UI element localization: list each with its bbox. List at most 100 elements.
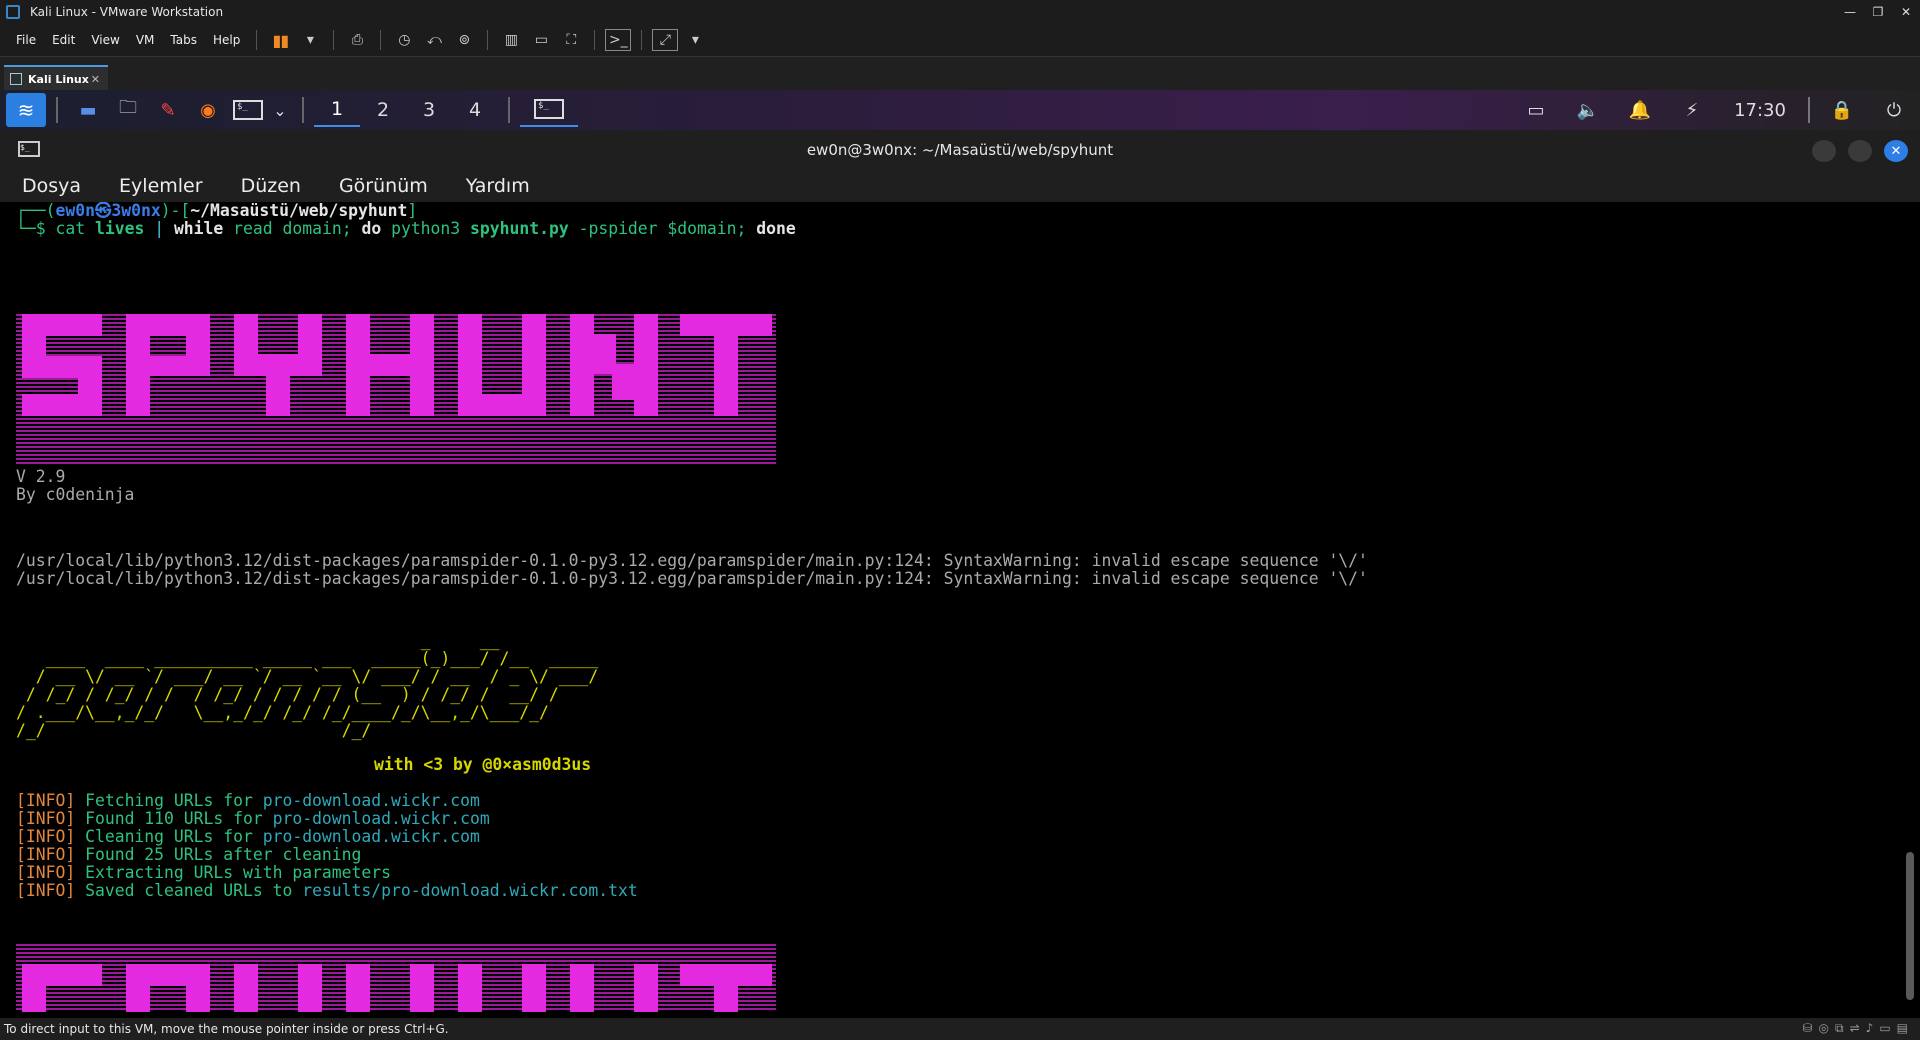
thumbnail-view-icon[interactable]: ▭ — [528, 29, 554, 51]
prompt-user: ew0n㉿3w0nx — [55, 202, 161, 220]
terminal-window-icon[interactable]: $_ — [18, 141, 40, 157]
cmd-token: while — [173, 219, 224, 238]
menu-edit[interactable]: Edit — [44, 33, 83, 47]
terminal-minimize-icon[interactable] — [1812, 140, 1836, 162]
banner-stroke — [458, 964, 482, 1012]
spyhunt-ascii-banner — [16, 294, 776, 464]
dropdown-arrow-icon[interactable]: ▾ — [297, 29, 323, 51]
vmware-menubar: File Edit View VM Tabs Help ▮▮ ▾ ⎙ ◷ ⤺ ⊚… — [0, 24, 1920, 56]
tab-close-icon[interactable]: ✕ — [91, 73, 100, 86]
terminal-window-controls: ✕ — [1812, 140, 1908, 162]
paramspider-ascii-art: /_/ /_/ — [16, 721, 372, 740]
command-line: └─$ cat lives | while read domain; do py… — [16, 219, 796, 238]
network-adapter-icon[interactable]: ⧉ — [1835, 1021, 1844, 1036]
menu-vm[interactable]: VM — [128, 33, 163, 47]
snapshot-manager-icon[interactable]: ⊚ — [451, 29, 477, 51]
stretch-guest-icon[interactable]: ⤢ — [652, 29, 679, 51]
pause-icon[interactable]: ▮▮ — [267, 29, 293, 51]
terminal-menu-gorunum[interactable]: Görünüm — [331, 175, 436, 197]
paramspider-ascii-art: ____ ____ __________ _____ ___ _____(_)_… — [16, 649, 599, 668]
logout-icon[interactable]: ⏻ — [1868, 90, 1920, 130]
text-editor-icon[interactable]: ✎ — [148, 93, 188, 127]
banner-stroke — [186, 964, 210, 1012]
menu-help[interactable]: Help — [205, 33, 248, 47]
usb-icon[interactable]: ⇌ — [1850, 1021, 1860, 1036]
snapshot-icon[interactable]: ◷ — [391, 29, 417, 51]
info-target: pro-download.wickr.com — [262, 827, 480, 846]
info-message: Found 25 URLs after cleaning — [85, 845, 362, 864]
cd-rom-icon[interactable]: ◎ — [1819, 1021, 1829, 1036]
device-status-icons: ⛁ ◎ ⧉ ⇌ ♪ ▭ ▤ — [1802, 1021, 1908, 1036]
dropdown-arrow-icon[interactable]: ▾ — [682, 29, 708, 51]
info-target: pro-download.wickr.com — [272, 809, 490, 828]
terminal-scrollbar[interactable] — [1906, 852, 1914, 1000]
minimize-icon[interactable]: — — [1836, 0, 1864, 24]
banner-stroke — [234, 964, 258, 1012]
info-line: [INFO] Fetching URLs for pro-download.wi… — [16, 791, 480, 810]
toolbar-separator — [333, 30, 335, 50]
window-controls: — ❐ ✕ — [1836, 0, 1920, 24]
info-tag: [INFO] — [16, 881, 76, 900]
banner-stroke — [22, 964, 46, 1012]
lock-icon[interactable]: 🔒 — [1816, 90, 1868, 130]
cmd-token: | — [154, 219, 165, 238]
banner-stroke — [410, 964, 434, 1012]
info-line: [INFO] Saved cleaned URLs to results/pro… — [16, 881, 638, 900]
panel-separator — [508, 97, 510, 123]
paramspider-ascii-art: / __ \/ __ `/ ___/ __ `/ __ `__ \/ ___/ … — [16, 667, 599, 686]
sound-card-icon[interactable]: ♪ — [1866, 1021, 1874, 1036]
menu-tabs[interactable]: Tabs — [162, 33, 205, 47]
panel-separator — [56, 97, 58, 123]
terminal-menu-dosya[interactable]: Dosya — [14, 175, 89, 197]
workspace-3[interactable]: 3 — [406, 93, 452, 127]
spyhunt-ascii-banner-repeat — [16, 944, 776, 1012]
panel-clock[interactable]: 17:30 — [1718, 90, 1802, 130]
notification-bell-icon[interactable]: 🔔 — [1614, 90, 1666, 130]
toolbar-separator — [641, 30, 643, 50]
send-keys-icon[interactable]: ⎙ — [344, 29, 370, 51]
console-view-icon[interactable]: >_ — [605, 29, 632, 51]
panel-separator — [1808, 97, 1810, 123]
terminal-output[interactable]: ┌──(ew0n㉿3w0nx)-[~/Masaüstü/web/spyhunt]… — [0, 202, 1920, 1012]
author-text: By c0deninja — [16, 485, 135, 504]
info-tag: [INFO] — [16, 827, 76, 846]
menu-file[interactable]: File — [8, 33, 44, 47]
volume-icon[interactable]: 🔈 — [1562, 90, 1614, 130]
workspace-1[interactable]: 1 — [314, 93, 360, 127]
credit-text: with <3 by @0×asm0d3us — [374, 755, 592, 774]
maximize-icon[interactable]: ❐ — [1864, 0, 1892, 24]
terminal-menu-eylemler[interactable]: Eylemler — [111, 175, 211, 197]
terminal-close-icon[interactable]: ✕ — [1884, 140, 1908, 162]
terminal-launcher-icon[interactable]: $_ — [228, 93, 268, 127]
cmd-token: done — [756, 219, 796, 238]
power-manager-icon[interactable]: ⚡ — [1666, 90, 1718, 130]
library-view-icon[interactable]: ▥ — [498, 29, 524, 51]
workspace-4[interactable]: 4 — [452, 93, 498, 127]
terminal-maximize-icon[interactable] — [1848, 140, 1872, 162]
message-log-icon[interactable]: ▤ — [1897, 1021, 1908, 1036]
banner-stroke — [22, 394, 102, 416]
file-manager-icon[interactable]: 🗀 — [108, 93, 148, 127]
terminal-menu-duzen[interactable]: Düzen — [233, 175, 309, 197]
display-device-icon[interactable]: ▭ — [1879, 1021, 1890, 1036]
show-desktop-icon[interactable]: ▬ — [68, 93, 108, 127]
launcher-dropdown-icon[interactable]: ⌄ — [268, 93, 292, 127]
kali-menu-icon[interactable]: ≋ — [6, 93, 46, 127]
workspace-2[interactable]: 2 — [360, 93, 406, 127]
terminal-menu-yardim[interactable]: Yardım — [458, 175, 538, 197]
prompt-bracket: )-[ — [160, 202, 191, 220]
revert-snapshot-icon[interactable]: ⤺ — [421, 29, 447, 51]
close-icon[interactable]: ✕ — [1892, 0, 1920, 24]
fullscreen-icon[interactable]: ⛶ — [558, 29, 584, 51]
info-message: Saved cleaned URLs to — [85, 881, 303, 900]
window-title: Kali Linux - VMware Workstation — [30, 5, 224, 19]
firefox-icon[interactable]: ◉ — [188, 93, 228, 127]
display-icon[interactable]: ▭ — [1510, 90, 1562, 130]
taskbar-terminal-window[interactable]: $_ — [520, 93, 578, 127]
info-message: Fetching URLs for — [85, 791, 263, 810]
tab-kali-linux[interactable]: Kali Linux ✕ — [4, 65, 108, 91]
menu-view[interactable]: View — [83, 33, 127, 47]
cmd-token: lives — [94, 219, 145, 238]
hard-disk-icon[interactable]: ⛁ — [1802, 1021, 1812, 1036]
panel-separator — [302, 97, 304, 123]
